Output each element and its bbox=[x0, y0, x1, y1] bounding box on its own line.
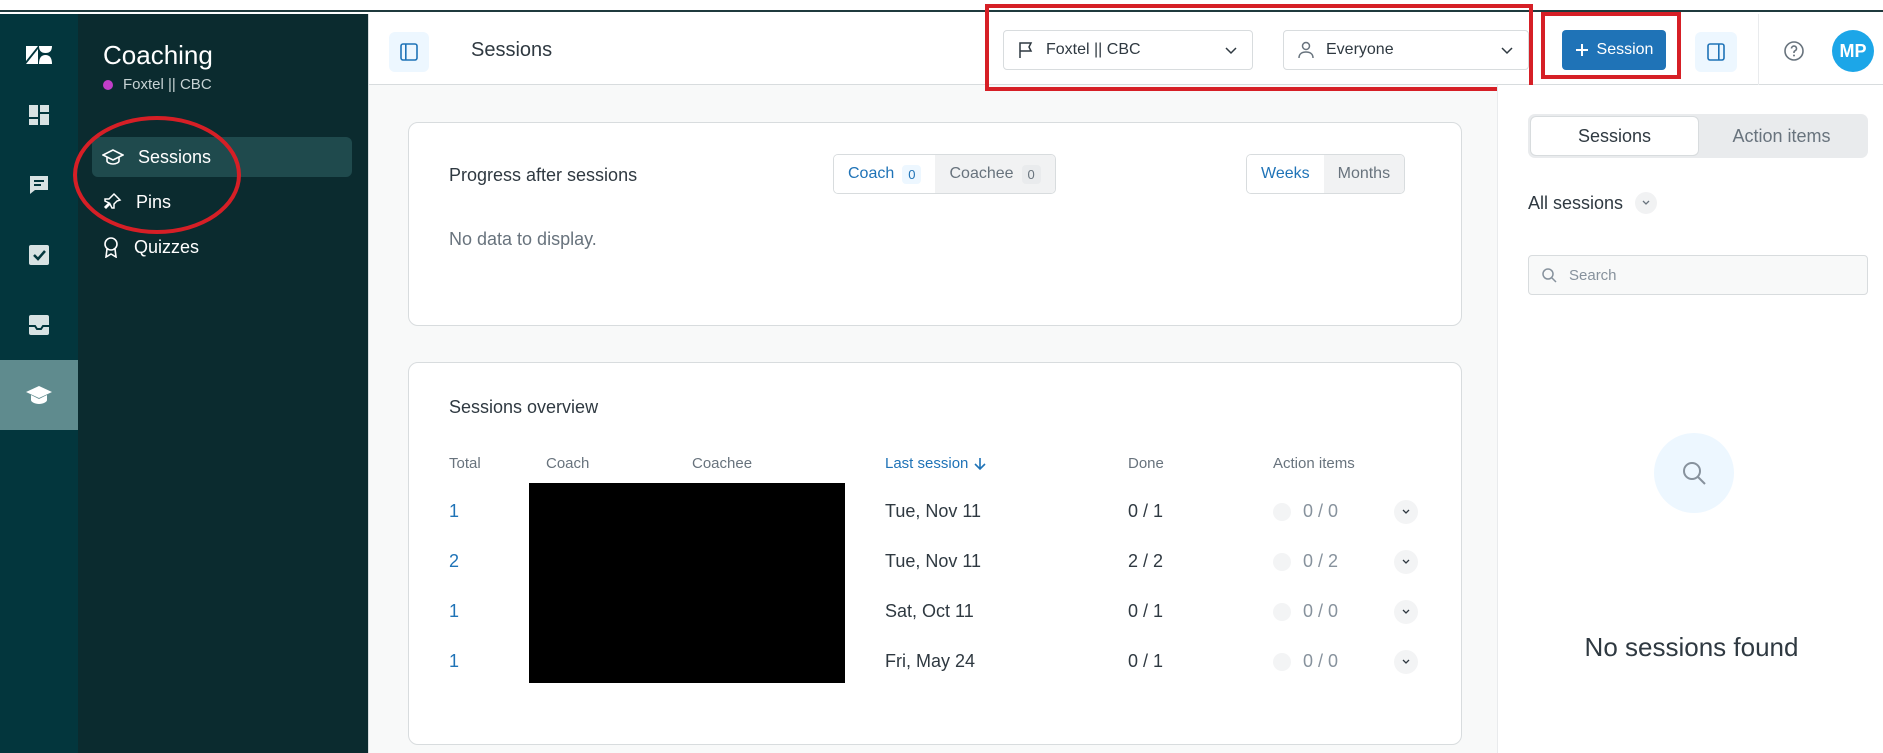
action-items-value: 0 / 0 bbox=[1303, 651, 1339, 671]
chevron-down-icon bbox=[1402, 659, 1410, 664]
action-items-value: 0 / 0 bbox=[1303, 501, 1339, 521]
page-title: Sessions bbox=[471, 39, 553, 61]
column-header-done[interactable]: Done bbox=[1128, 455, 1164, 472]
tab-coach[interactable]: Coach 0 bbox=[834, 155, 936, 193]
row-done: 0 / 1 bbox=[1128, 651, 1164, 671]
expand-row-button[interactable] bbox=[1394, 600, 1418, 624]
chevron-down-icon bbox=[1402, 559, 1410, 564]
session-search-input[interactable]: Search bbox=[1528, 255, 1868, 295]
column-header-label: Last session bbox=[885, 455, 969, 472]
sessions-overview-card: Sessions overview Total Coach Coachee La… bbox=[408, 362, 1462, 745]
annotation-circle-nav bbox=[73, 116, 241, 234]
count-badge: 0 bbox=[1021, 164, 1041, 184]
graduation-cap-icon[interactable] bbox=[0, 360, 78, 430]
empty-search-icon bbox=[1654, 433, 1734, 513]
nav-title: Coaching bbox=[103, 40, 213, 70]
row-total: 1 bbox=[449, 601, 460, 621]
empty-state-title: No sessions found bbox=[1584, 632, 1799, 662]
row-total: 2 bbox=[449, 551, 460, 571]
annotation-box-session-button bbox=[1541, 12, 1681, 79]
progress-ring bbox=[1273, 602, 1291, 621]
tab-months[interactable]: Months bbox=[1323, 155, 1405, 193]
overview-title: Sessions overview bbox=[449, 397, 599, 417]
progress-card: Progress after sessions Coach 0 Coachee … bbox=[408, 122, 1462, 326]
tab-label: Months bbox=[1337, 165, 1391, 182]
search-placeholder: Search bbox=[1569, 266, 1617, 284]
row-last-session: Tue, Nov 11 bbox=[885, 551, 982, 571]
dashboard-icon[interactable] bbox=[0, 80, 78, 150]
page-header: Sessions Foxtel || CBC Everyone Session … bbox=[369, 4, 1883, 91]
progress-ring bbox=[1273, 502, 1291, 521]
role-toggle: Coach 0 Coachee 0 bbox=[833, 154, 1056, 194]
progress-title: Progress after sessions bbox=[449, 165, 638, 185]
row-total: 1 bbox=[449, 651, 460, 671]
product-rail bbox=[0, 14, 78, 753]
tab-action-items[interactable]: Action items bbox=[1698, 117, 1865, 155]
nav-item-quizzes[interactable]: Quizzes bbox=[92, 227, 352, 267]
tab-sessions[interactable]: Sessions bbox=[1531, 117, 1698, 155]
award-icon bbox=[104, 237, 118, 258]
progress-ring bbox=[1273, 552, 1291, 571]
column-header-coachee[interactable]: Coachee bbox=[692, 455, 752, 472]
header-separator bbox=[1758, 14, 1759, 85]
help-icon[interactable] bbox=[1783, 40, 1805, 62]
sidebar-right-icon bbox=[1707, 43, 1725, 61]
progress-ring bbox=[1273, 652, 1291, 671]
row-done: 0 / 1 bbox=[1128, 601, 1164, 621]
filter-label: All sessions bbox=[1528, 192, 1624, 213]
row-last-session: Tue, Nov 11 bbox=[885, 501, 982, 521]
row-done: 0 / 1 bbox=[1128, 501, 1164, 521]
expand-row-button[interactable] bbox=[1394, 550, 1418, 574]
chevron-down-icon bbox=[1402, 509, 1410, 514]
row-last-session: Fri, May 24 bbox=[885, 651, 976, 671]
tab-label: Coachee bbox=[949, 165, 1014, 182]
tab-coachee[interactable]: Coachee 0 bbox=[935, 155, 1055, 193]
all-sessions-filter[interactable]: All sessions bbox=[1528, 192, 1658, 214]
tab-label: Weeks bbox=[1261, 165, 1310, 182]
column-header-coach[interactable]: Coach bbox=[546, 455, 589, 472]
arrow-down-icon bbox=[974, 457, 986, 470]
redacted-names bbox=[529, 483, 845, 683]
chevron-down-icon bbox=[1635, 192, 1658, 214]
status-dot bbox=[103, 79, 113, 90]
annotation-box-filters bbox=[985, 4, 1533, 91]
column-header-last-session[interactable]: Last session bbox=[885, 455, 986, 472]
chevron-down-icon bbox=[1402, 609, 1410, 614]
sidebar-left-icon bbox=[400, 43, 418, 61]
search-icon bbox=[1542, 268, 1557, 283]
row-action-items: 0 / 0 bbox=[1273, 501, 1338, 522]
chat-icon[interactable] bbox=[0, 150, 78, 220]
action-items-value: 0 / 2 bbox=[1303, 551, 1339, 571]
toggle-sidebar-button[interactable] bbox=[389, 32, 429, 72]
tab-label: Coach bbox=[848, 165, 895, 182]
avatar[interactable]: MP bbox=[1832, 30, 1874, 72]
side-panel-tabs: Sessions Action items bbox=[1528, 114, 1868, 158]
expand-row-button[interactable] bbox=[1394, 500, 1418, 524]
empty-state-text: No data to display. bbox=[449, 229, 597, 249]
row-total: 1 bbox=[449, 501, 460, 521]
nav-subtitle: Foxtel || CBC bbox=[103, 76, 212, 93]
count-badge: 0 bbox=[902, 164, 922, 184]
nav-subtitle-text: Foxtel || CBC bbox=[123, 76, 212, 93]
tab-weeks[interactable]: Weeks bbox=[1247, 155, 1324, 193]
period-toggle: Weeks Months bbox=[1246, 154, 1406, 194]
top-border bbox=[0, 0, 1883, 12]
toggle-right-panel-button[interactable] bbox=[1695, 32, 1737, 72]
sessions-side-panel: Sessions Action items All sessions Searc… bbox=[1497, 85, 1883, 753]
check-square-icon[interactable] bbox=[0, 220, 78, 290]
nav-item-label: Quizzes bbox=[134, 236, 200, 257]
main-area: Sessions Foxtel || CBC Everyone Session … bbox=[368, 4, 1883, 753]
row-last-session: Sat, Oct 11 bbox=[885, 601, 974, 621]
row-action-items: 0 / 2 bbox=[1273, 551, 1338, 572]
action-items-value: 0 / 0 bbox=[1303, 601, 1339, 621]
expand-row-button[interactable] bbox=[1394, 650, 1418, 674]
row-action-items: 0 / 0 bbox=[1273, 651, 1338, 672]
row-action-items: 0 / 0 bbox=[1273, 601, 1338, 622]
column-header-action-items[interactable]: Action items bbox=[1273, 455, 1355, 472]
inbox-icon[interactable] bbox=[0, 290, 78, 360]
column-header-total[interactable]: Total bbox=[449, 455, 481, 472]
row-done: 2 / 2 bbox=[1128, 551, 1164, 571]
